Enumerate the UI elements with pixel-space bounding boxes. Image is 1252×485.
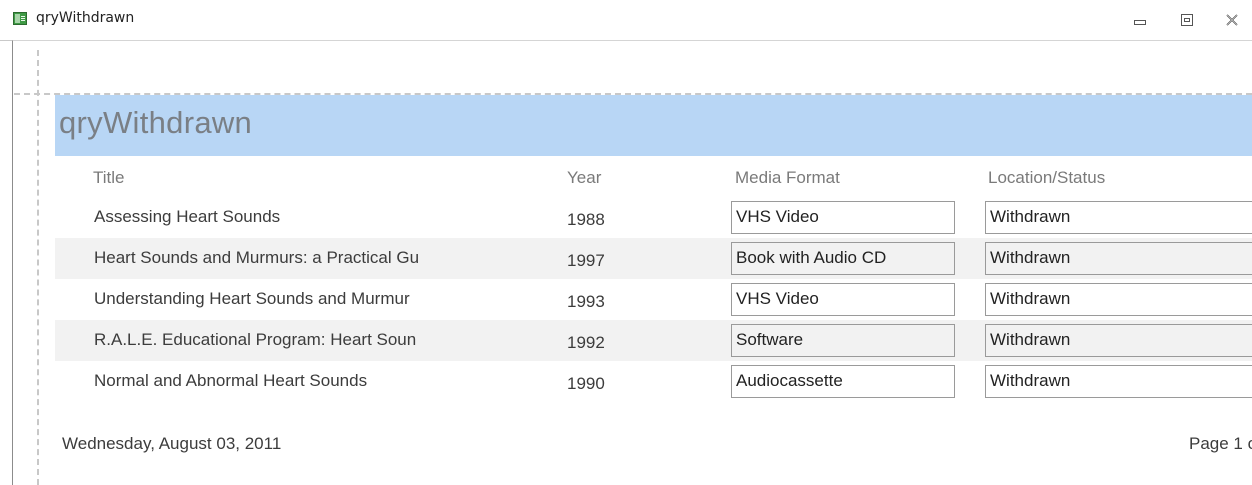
minimize-button[interactable] xyxy=(1130,10,1150,30)
cell-year: 1992 xyxy=(567,333,605,352)
column-header-title: Title xyxy=(93,168,125,187)
cell-media-format[interactable]: Software xyxy=(731,324,955,357)
minimize-icon xyxy=(1134,20,1146,25)
table-row[interactable]: Normal and Abnormal Heart Sounds 1990 Au… xyxy=(55,361,1252,402)
cell-year: 1997 xyxy=(567,251,605,270)
table-row[interactable]: Assessing Heart Sounds 1988 VHS Video Wi… xyxy=(55,197,1252,238)
cell-title: R.A.L.E. Educational Program: Heart Soun xyxy=(94,330,417,349)
cell-year: 1988 xyxy=(567,210,605,229)
cell-title: Normal and Abnormal Heart Sounds xyxy=(94,371,368,390)
cell-media-format[interactable]: Book with Audio CD xyxy=(731,242,955,275)
cell-title: Understanding Heart Sounds and Murmur xyxy=(94,289,410,308)
cell-media-format[interactable]: Audiocassette xyxy=(731,365,955,398)
cell-title: Assessing Heart Sounds xyxy=(94,207,281,226)
column-header-year: Year xyxy=(567,168,602,187)
report-header: qryWithdrawn xyxy=(55,95,1252,156)
cell-media-format[interactable]: VHS Video xyxy=(731,283,955,316)
footer-page-number: Page 1 of xyxy=(1189,434,1252,453)
margin-guide-vertical xyxy=(37,50,39,485)
report-title: qryWithdrawn xyxy=(59,105,253,140)
cell-location-status[interactable]: Withdrawn xyxy=(985,283,1252,316)
app-table-icon xyxy=(13,12,27,25)
cell-location-status[interactable]: Withdrawn xyxy=(985,365,1252,398)
table-row[interactable]: R.A.L.E. Educational Program: Heart Soun… xyxy=(55,320,1252,361)
window-title: qryWithdrawn xyxy=(36,10,135,26)
close-button[interactable] xyxy=(1222,10,1242,30)
column-header-location-status: Location/Status xyxy=(988,168,1106,187)
title-bar[interactable]: qryWithdrawn xyxy=(0,0,1252,41)
close-icon xyxy=(1226,14,1238,26)
restore-button[interactable] xyxy=(1177,10,1197,30)
footer-date: Wednesday, August 03, 2011 xyxy=(62,434,282,453)
table-row[interactable]: Understanding Heart Sounds and Murmur 19… xyxy=(55,279,1252,320)
cell-year: 1993 xyxy=(567,292,605,311)
restore-icon xyxy=(1181,14,1193,26)
cell-title: Heart Sounds and Murmurs: a Practical Gu xyxy=(94,248,420,267)
cell-location-status[interactable]: Withdrawn xyxy=(985,201,1252,234)
cell-location-status[interactable]: Withdrawn xyxy=(985,242,1252,275)
table-row[interactable]: Heart Sounds and Murmurs: a Practical Gu… xyxy=(55,238,1252,279)
cell-year: 1990 xyxy=(567,374,605,393)
report-window: qryWithdrawn qryWithdrawn Title Year Med… xyxy=(0,0,1252,485)
cell-location-status[interactable]: Withdrawn xyxy=(985,324,1252,357)
column-header-media-format: Media Format xyxy=(735,168,840,187)
cell-media-format[interactable]: VHS Video xyxy=(731,201,955,234)
